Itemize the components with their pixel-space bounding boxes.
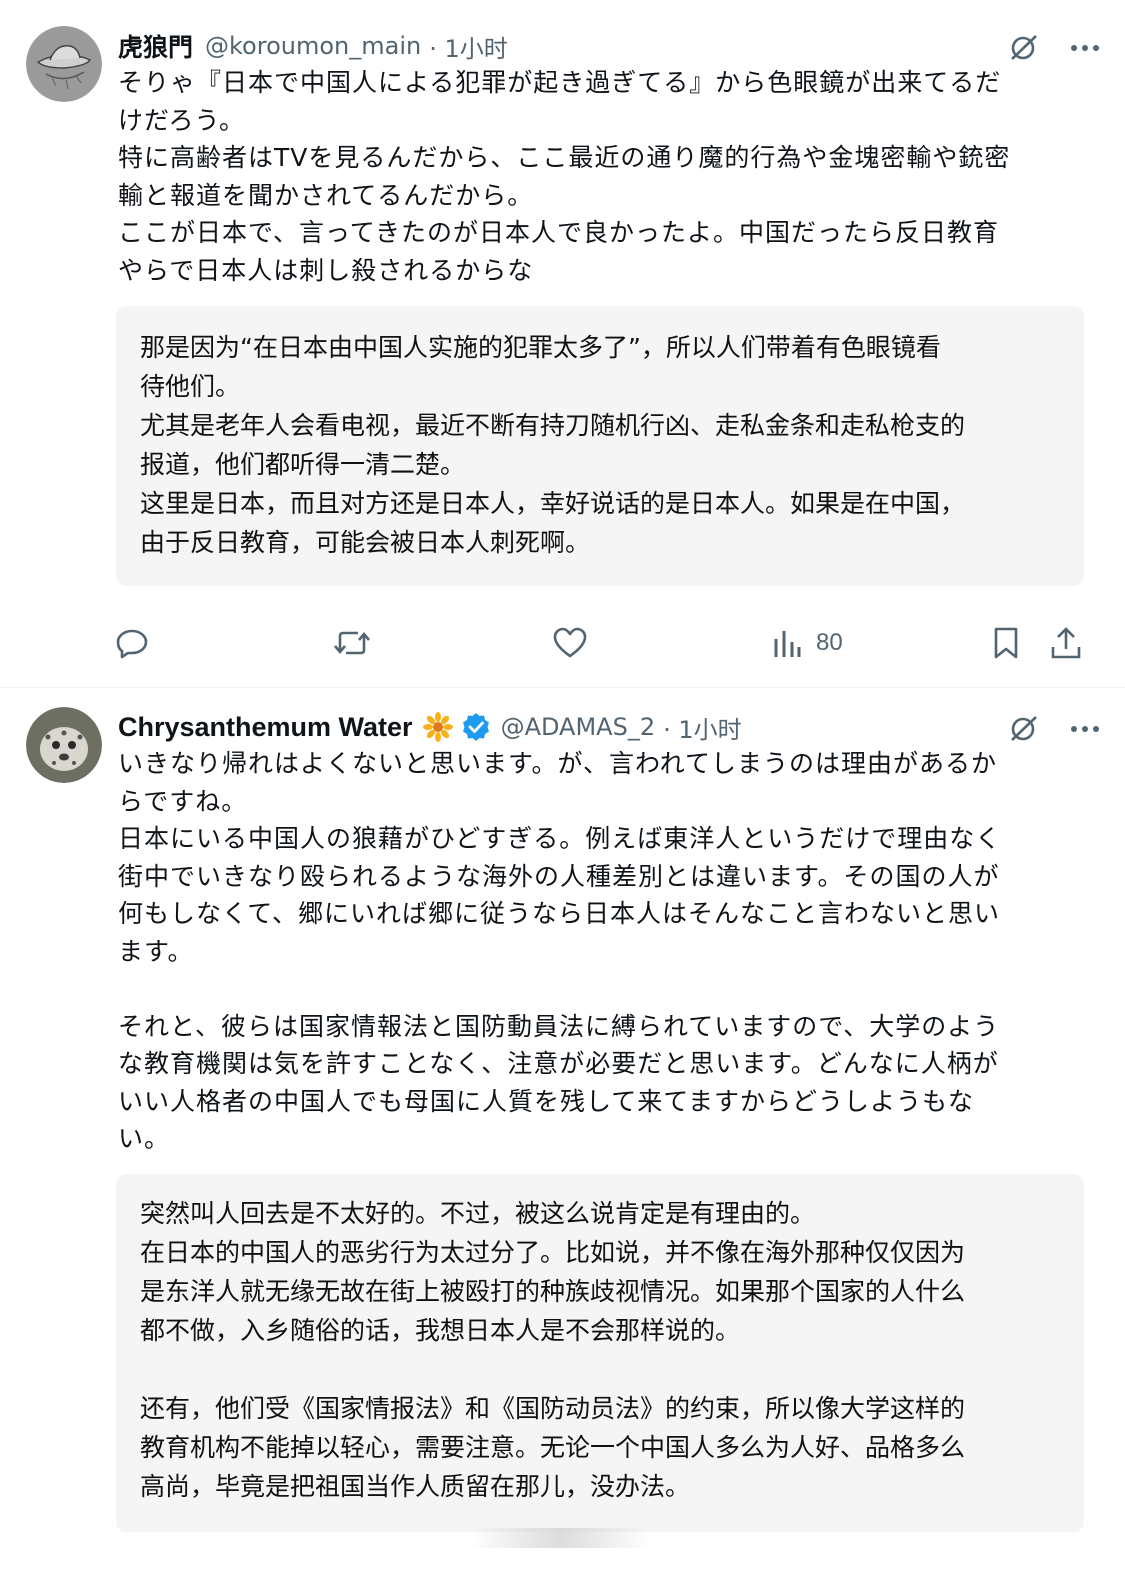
repost-button[interactable] (332, 622, 372, 664)
post-time[interactable]: · 1小时 (663, 710, 742, 745)
more-options-icon[interactable] (1067, 711, 1103, 747)
grok-icon[interactable] (1005, 30, 1041, 66)
repost-icon (334, 631, 370, 655)
more-options-icon[interactable] (1067, 30, 1103, 66)
scroll-fade-indicator (470, 1528, 650, 1548)
views-chart-icon (774, 631, 801, 657)
share-button[interactable] (1048, 622, 1084, 664)
author-name[interactable]: Chrysanthemum Water (118, 712, 413, 743)
like-button[interactable] (552, 622, 588, 664)
post-top-icons (1005, 711, 1103, 747)
author-handle[interactable]: @koroumon_main (205, 32, 421, 60)
translation-box: 那是因为“在日本由中国人实施的犯罪太多了”，所以人们带着有色眼镜看 待他们。 尤… (116, 306, 1084, 586)
views-button[interactable]: 80 (772, 622, 843, 664)
avatar[interactable] (26, 26, 102, 102)
translation-box: 突然叫人回去是不太好的。不过，被这么说肯定是有理由的。 在日本的中国人的恶劣行为… (116, 1174, 1084, 1532)
post[interactable]: 虎狼門 @koroumon_main · 1小时 そりゃ『日本で中国人による犯罪… (0, 0, 1125, 688)
reply-icon (116, 629, 148, 659)
author-name[interactable]: 虎狼門 (118, 28, 193, 64)
post-text: そりゃ『日本で中国人による犯罪が起き過ぎてる』から色眼鏡が出来てるだ けだろう。… (118, 68, 1011, 285)
bookmark-icon (994, 627, 1018, 659)
heart-icon (553, 627, 587, 658)
snow-leopard-avatar-icon (26, 707, 102, 783)
verified-badge-icon[interactable] (461, 712, 491, 742)
reply-button[interactable] (114, 622, 150, 664)
bookmark-button[interactable] (990, 622, 1022, 664)
post-text: いきなり帰れはよくないと思います。が、言われてしまうのは理由があるか らですね。… (118, 749, 1002, 1153)
post[interactable]: Chrysanthemum Water @ADAMAS_2 · 1小时 いきなり… (0, 688, 1125, 1578)
views-count: 80 (816, 629, 843, 656)
post-time[interactable]: · 1小时 (429, 29, 508, 64)
author-handle[interactable]: @ADAMAS_2 (501, 713, 656, 741)
share-icon (1051, 627, 1081, 659)
avatar[interactable] (26, 707, 102, 783)
grok-icon[interactable] (1005, 711, 1041, 747)
post-top-icons (1005, 30, 1103, 66)
daisy-emoji-icon (422, 712, 453, 742)
post-actions: 80 (0, 618, 1125, 668)
hat-sketch-avatar-icon (26, 26, 102, 102)
post-header: Chrysanthemum Water @ADAMAS_2 · 1小时 (118, 707, 742, 747)
post-header: 虎狼門 @koroumon_main · 1小时 (118, 26, 508, 66)
